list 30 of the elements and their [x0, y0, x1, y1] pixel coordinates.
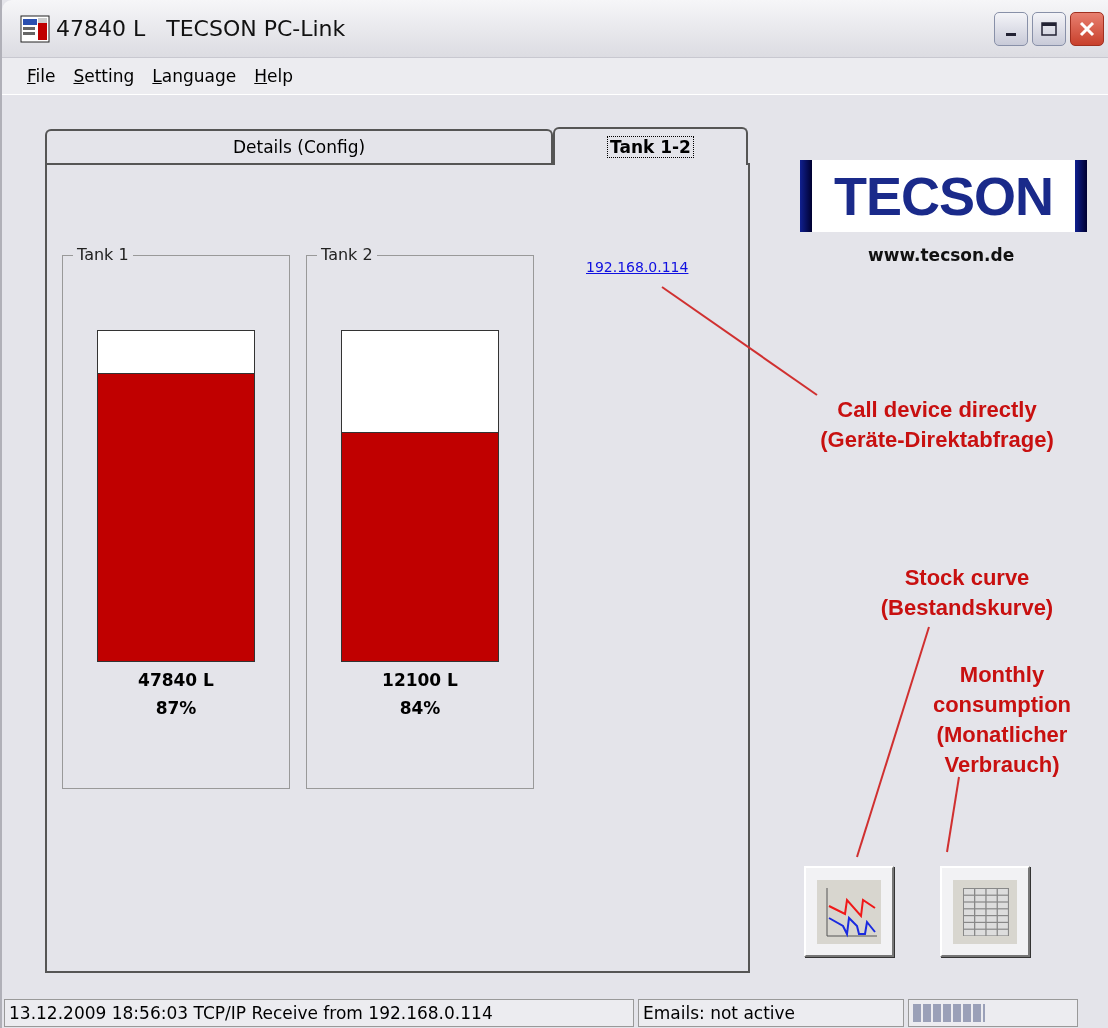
tank-volume: 12100 L: [382, 670, 458, 690]
tank-volume: 47840 L: [138, 670, 214, 690]
maximize-button[interactable]: [1032, 11, 1066, 46]
annotation-label: Call device directly (Geräte-Direktabfrage): [819, 396, 1055, 454]
tank-percent: 87%: [155, 698, 197, 718]
monthly-consumption-button[interactable]: [940, 866, 1030, 957]
email-status: Emails: not active: [638, 999, 904, 1027]
menu-item[interactable]: File: [18, 66, 65, 86]
tab[interactable]: Tank 1-2: [553, 127, 748, 165]
menu-item[interactable]: Help: [245, 66, 303, 86]
table-grid-icon: [953, 879, 1017, 944]
minimize-button[interactable]: [994, 11, 1028, 46]
logo: TECSON: [800, 160, 1087, 232]
menu-item[interactable]: Language: [143, 66, 246, 86]
annotation-label: Stock curve (Bestandskurve): [879, 564, 1055, 622]
close-button[interactable]: [1070, 11, 1104, 46]
status-message: 13.12.2009 18:56:03 TCP/IP Receive from 192.168.0.114: [4, 999, 634, 1027]
tab[interactable]: Details (Config): [45, 129, 553, 163]
app-icon: [20, 14, 50, 43]
annotation-label: Monthly consumption (Monatlicher Verbrauch): [931, 661, 1073, 779]
close-icon: [1078, 19, 1096, 38]
minimize-icon: [1006, 33, 1016, 36]
window-title: 47840 L TECSON PC-Link: [56, 16, 346, 41]
menu-item[interactable]: Setting: [64, 66, 144, 86]
device-link[interactable]: 192.168.0.114: [586, 259, 689, 275]
tank-percent: 84%: [399, 698, 441, 718]
website-url: www.tecson.de: [868, 245, 1015, 265]
maximize-icon: [1041, 21, 1057, 36]
stock-curve-button[interactable]: [804, 866, 894, 957]
line-chart-icon: [817, 879, 881, 944]
